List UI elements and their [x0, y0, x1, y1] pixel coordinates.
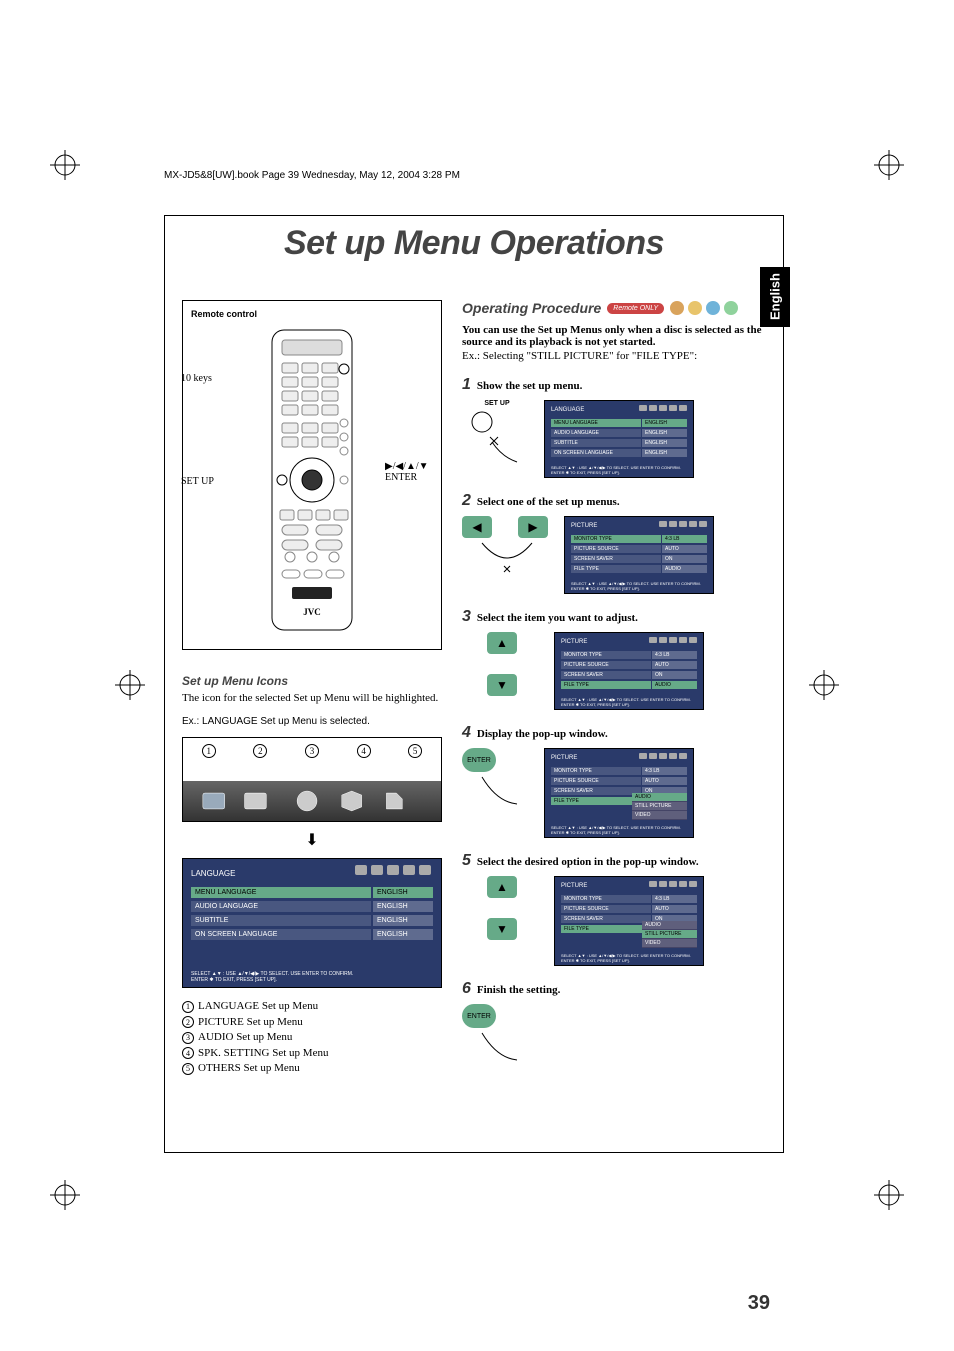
- enter-button-icon: ENTER: [462, 748, 496, 772]
- step-6: 6Finish the setting. ENTER: [462, 980, 762, 1064]
- svg-text:JVC: JVC: [303, 607, 321, 617]
- up-arrow-icon: ▲: [487, 632, 517, 654]
- enter-button-icon: ENTER: [462, 1004, 496, 1028]
- setup-ptr-label: SET UP: [181, 476, 214, 487]
- step-4: 4Display the pop-up window. ENTER PICTUR…: [462, 724, 762, 838]
- remote-only-badge: Remote ONLY: [607, 303, 664, 314]
- menu-row: ON SCREEN LANGUAGEENGLISH: [191, 929, 433, 940]
- language-menu-panel: LANGUAGE MENU LANGUAGEENGLISH AUDIO LANG…: [182, 858, 442, 988]
- operating-procedure-header: Operating Procedure Remote ONLY: [462, 300, 762, 316]
- press-enter-diagram: ENTER: [462, 748, 532, 808]
- popup-window: AUDIO STILL PICTURE VIDEO: [632, 793, 687, 820]
- setup-icons-desc: The icon for the selected Set up Menu wi…: [182, 692, 442, 704]
- step-menu-screenshot: PICTURE MONITOR TYPE4:3 LB PICTURE SOURC…: [554, 876, 704, 966]
- press-setup-diagram: [462, 407, 532, 467]
- remote-illustration: JVC: [252, 325, 372, 635]
- step-menu-screenshot: LANGUAGE MENU LANGUAGEENGLISH AUDIO LANG…: [544, 400, 694, 478]
- list-item: 4SPK. SETTING Set up Menu: [182, 1047, 442, 1060]
- setup-menu-list: 1LANGUAGE Set up Menu 2PICTURE Set up Me…: [182, 1000, 442, 1075]
- menu-row: MENU LANGUAGEENGLISH: [191, 887, 433, 898]
- language-tab: English: [760, 267, 790, 327]
- menu-icon-row-graphic: [183, 781, 441, 821]
- menu-row: SUBTITLEENGLISH: [191, 915, 433, 926]
- step-menu-screenshot: PICTURE MONITOR TYPE4:3 LB PICTURE SOURC…: [564, 516, 714, 594]
- menu-row: AUDIO LANGUAGEENGLISH: [191, 901, 433, 912]
- circled-numbers-row: 1 2 3 4 5: [183, 744, 441, 758]
- setup-icons-heading: Set up Menu Icons: [182, 674, 442, 688]
- registration-mark-icon: [115, 670, 145, 700]
- popup-window: AUDIO STILL PICTURE VIDEO: [642, 921, 697, 948]
- remote-control-diagram: Remote control: [182, 300, 442, 650]
- page-number: 39: [748, 1292, 770, 1315]
- menu-footer: SELECT ▲▼ : USE ▲/▼/◀/▶ TO SELECT. USE E…: [191, 971, 433, 983]
- setup-button-label: SET UP: [462, 400, 532, 407]
- list-item: 3AUDIO Set up Menu: [182, 1031, 442, 1044]
- step-3: 3Select the item you want to adjust. ▲ ▼…: [462, 608, 762, 710]
- registration-mark-icon: [874, 1180, 904, 1210]
- setup-icons-example: Ex.: LANGUAGE Set up Menu is selected.: [182, 716, 442, 727]
- list-item: 5OTHERS Set up Menu: [182, 1062, 442, 1075]
- page-title: Set up Menu Operations: [164, 224, 784, 263]
- step-5: 5Select the desired option in the pop-up…: [462, 852, 762, 966]
- press-up-down-diagram: ▲ ▼: [462, 632, 542, 692]
- intro-example: Ex.: Selecting "STILL PICTURE" for "FILE…: [462, 350, 762, 362]
- right-arrow-icon: ▶: [518, 516, 548, 538]
- step-menu-screenshot: PICTURE MONITOR TYPE4:3 LB PICTURE SOURC…: [554, 632, 704, 710]
- left-arrow-icon: ◀: [462, 516, 492, 538]
- menu-icons-strip: 1 2 3 4 5: [182, 737, 442, 822]
- operating-procedure-heading: Operating Procedure: [462, 300, 601, 316]
- menu-tabs-icons: [355, 865, 431, 875]
- down-arrow-icon: ▼: [487, 918, 517, 940]
- list-item: 1LANGUAGE Set up Menu: [182, 1000, 442, 1013]
- registration-mark-icon: [50, 150, 80, 180]
- press-up-down-diagram: ▲ ▼: [462, 876, 542, 936]
- step-2: 2Select one of the set up menus. ◀ ▶ PIC…: [462, 492, 762, 594]
- press-enter-diagram: ENTER: [462, 1004, 532, 1064]
- nav-enter-label: ▶/◀/▲/▼ENTER: [385, 461, 437, 483]
- registration-mark-icon: [809, 670, 839, 700]
- remote-box-label: Remote control: [191, 309, 433, 319]
- down-arrow-icon: ▼: [487, 674, 517, 696]
- ten-keys-label: 10 keys: [181, 373, 212, 384]
- disc-type-icons: [670, 301, 738, 315]
- press-left-right-diagram: ◀ ▶: [462, 516, 552, 576]
- up-arrow-icon: ▲: [487, 876, 517, 898]
- step-1: 1Show the set up menu. SET UP LANGUAGE M…: [462, 376, 762, 478]
- step-menu-screenshot: PICTURE MONITOR TYPE4:3 LB PICTURE SOURC…: [544, 748, 694, 838]
- registration-mark-icon: [874, 150, 904, 180]
- intro-text: You can use the Set up Menus only when a…: [462, 324, 762, 348]
- registration-mark-icon: [50, 1180, 80, 1210]
- list-item: 2PICTURE Set up Menu: [182, 1016, 442, 1029]
- down-arrow-icon: ⬇: [182, 830, 442, 850]
- page-source-header: MX-JD5&8[UW].book Page 39 Wednesday, May…: [164, 170, 460, 181]
- menu-panel-title: LANGUAGE: [191, 869, 235, 878]
